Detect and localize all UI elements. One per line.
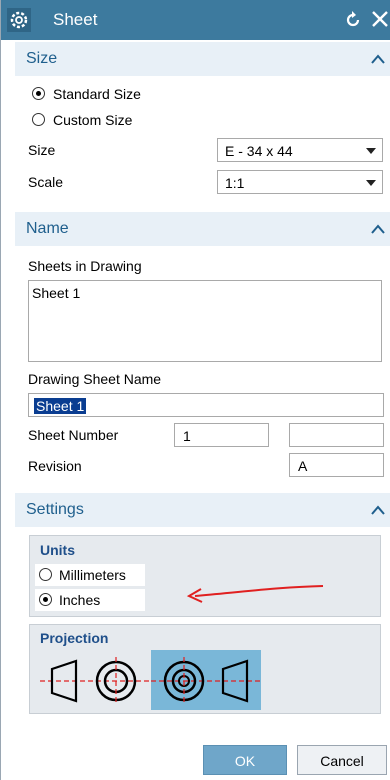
standard-size-radio[interactable] <box>32 87 45 100</box>
drawing-sheet-name-input[interactable]: Sheet 1 <box>28 393 384 417</box>
custom-size-radio[interactable] <box>32 113 45 126</box>
revision-value: A <box>298 458 308 474</box>
list-item[interactable]: Sheet 1 <box>32 285 80 301</box>
millimeters-label: Millimeters <box>59 567 126 583</box>
chevron-down-icon <box>366 180 376 186</box>
name-group-title: Name <box>26 220 69 237</box>
size-group-header[interactable]: Size <box>15 42 390 76</box>
scale-label: Scale <box>28 174 64 190</box>
sheets-list[interactable]: Sheet 1 <box>28 280 382 362</box>
name-group-header[interactable]: Name <box>15 212 390 246</box>
custom-size-label: Custom Size <box>53 112 133 128</box>
dialog-title: Sheet <box>53 10 98 29</box>
sheet-number-extra-input[interactable] <box>289 423 384 447</box>
cancel-button[interactable]: Cancel <box>297 745 387 775</box>
drawing-sheet-name-value: Sheet 1 <box>34 398 87 414</box>
projection-title: Projection <box>40 630 109 646</box>
sheets-in-drawing-label: Sheets in Drawing <box>28 258 142 274</box>
sheet-number-value: 1 <box>183 428 191 444</box>
third-angle-projection-option[interactable] <box>151 650 261 710</box>
scale-select[interactable]: 1:1 <box>217 170 383 194</box>
revision-input[interactable]: A <box>289 453 384 477</box>
chevron-up-icon[interactable] <box>371 505 385 515</box>
third-angle-projection-icon <box>151 657 261 705</box>
reset-icon[interactable] <box>343 10 363 30</box>
projection-panel: Projection <box>29 624 381 714</box>
close-icon[interactable] <box>369 8 390 30</box>
size-select[interactable]: E - 34 x 44 <box>217 138 383 162</box>
standard-size-label: Standard Size <box>53 86 141 102</box>
inches-label: Inches <box>59 592 101 608</box>
title-bar: Sheet <box>1 0 390 40</box>
chevron-up-icon[interactable] <box>371 224 385 234</box>
drawing-sheet-name-label: Drawing Sheet Name <box>28 371 162 387</box>
first-angle-projection-icon[interactable] <box>40 653 152 709</box>
millimeters-option[interactable]: Millimeters <box>35 564 145 586</box>
sheet-number-input[interactable]: 1 <box>174 423 269 447</box>
ok-button[interactable]: OK <box>203 745 287 775</box>
sheet-dialog: Sheet Size Standard Size Custom Size Siz… <box>0 0 390 780</box>
sheet-number-label: Sheet Number <box>28 427 119 443</box>
chevron-up-icon[interactable] <box>371 54 385 64</box>
annotation-arrow <box>186 585 324 603</box>
size-label: Size <box>28 142 56 158</box>
gear-icon <box>7 8 31 32</box>
inches-option[interactable]: Inches <box>35 589 145 611</box>
size-group-title: Size <box>26 50 58 67</box>
size-select-value: E - 34 x 44 <box>225 143 293 159</box>
millimeters-radio[interactable] <box>39 568 52 581</box>
inches-radio[interactable] <box>39 593 52 606</box>
revision-label: Revision <box>28 458 82 474</box>
settings-group-header[interactable]: Settings <box>15 493 390 527</box>
settings-group-title: Settings <box>26 501 84 518</box>
scale-select-value: 1:1 <box>225 175 245 191</box>
units-title: Units <box>40 542 75 558</box>
chevron-down-icon <box>366 148 376 154</box>
